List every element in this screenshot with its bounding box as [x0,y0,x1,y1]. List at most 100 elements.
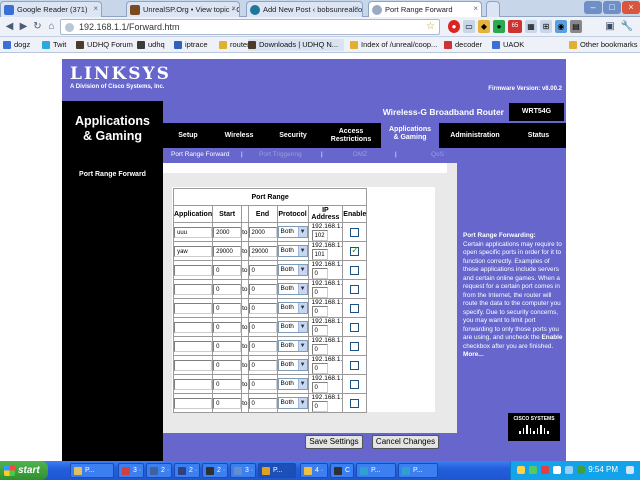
enable-checkbox[interactable] [350,341,360,351]
enable-checkbox[interactable] [350,398,360,408]
bookmark-downloads[interactable]: Downloads | UDHQ N... [248,39,344,51]
tray-icon[interactable] [577,466,585,474]
taskbar-window-button[interactable]: 4 · [300,463,328,478]
ip-last-octet-input[interactable]: 0 [311,268,328,279]
taskbar-window-button[interactable]: 2 · [146,463,172,478]
abp-icon[interactable]: ● [448,20,460,33]
protocol-select[interactable]: Both ▼ [277,340,308,352]
end-port-input[interactable]: 0 [248,378,277,390]
enable-checkbox[interactable] [350,245,360,256]
enable-checkbox[interactable] [350,227,360,237]
close-tab-icon[interactable]: × [93,4,98,13]
start-port-input[interactable]: 0 [213,359,242,371]
application-name-input[interactable] [174,378,213,390]
ip-last-octet-input[interactable]: 0 [311,363,328,374]
browser-tab-unrealsp[interactable]: UnrealSP.Org • View topic - C × [126,1,240,17]
end-port-input[interactable]: 0 [248,283,277,295]
application-name-input[interactable] [174,321,213,333]
browser-tab-google-reader[interactable]: Google Reader (371) × [0,1,102,17]
ip-last-octet-input[interactable]: 102 [311,230,328,241]
tray-icon[interactable] [565,466,573,474]
bookmark-udhq[interactable]: udhq [137,39,171,51]
close-tab-icon[interactable]: × [354,4,359,13]
end-port-input[interactable]: 0 [248,302,277,314]
taskbar-window-button[interactable]: P... [258,463,296,478]
home-icon[interactable]: ⌂ [45,20,58,33]
ip-last-octet-input[interactable]: 0 [311,344,328,355]
bookmark-twit[interactable]: Twit [42,39,74,51]
extension-icon[interactable]: ◉ [555,20,567,33]
application-name-input[interactable] [174,264,213,276]
taskbar-window-button[interactable]: 3 · [230,463,256,478]
start-port-input[interactable]: 2000 [213,226,242,238]
browser-tab-add-new-post[interactable]: Add New Post ‹ bobsunrealco × [246,1,363,17]
mail-count-badge[interactable]: 65 [508,20,522,33]
extension-icon[interactable]: ▦ [525,20,537,33]
taskbar-window-button[interactable]: 2 · [174,463,200,478]
application-name-input[interactable]: uuu [174,226,213,238]
back-icon[interactable]: ◀ [3,20,16,33]
taskbar-window-button[interactable]: 3 · [118,463,144,478]
taskbar-window-button[interactable]: P... [70,463,114,478]
address-bar[interactable]: 192.168.1.1/Forward.htm ☆ [60,19,440,35]
ip-last-octet-input[interactable]: 0 [311,401,328,412]
protocol-select[interactable]: Both ▼ [277,321,308,333]
enable-checkbox[interactable] [350,303,360,313]
enable-checkbox[interactable] [350,360,360,370]
start-button[interactable]: start [0,461,48,480]
protocol-select[interactable]: Both ▼ [277,264,308,276]
ip-last-octet-input[interactable]: 0 [311,306,328,317]
bookmark-uaok[interactable]: UAOK [492,39,530,51]
tab-wireless[interactable]: Wireless [213,123,265,148]
start-port-input[interactable]: 0 [213,397,242,409]
minimize-icon[interactable]: – [584,1,602,14]
maximize-icon[interactable]: □ [603,1,621,14]
page-menu-icon[interactable]: ▣ [604,20,616,33]
tab-setup[interactable]: Setup [163,123,213,148]
cancel-changes-button[interactable]: Cancel Changes [372,435,439,449]
start-port-input[interactable]: 0 [213,283,242,295]
protocol-select[interactable]: Both ▼ [277,378,308,390]
protocol-select[interactable]: Both ▼ [277,359,308,371]
subtab-qos[interactable]: QoS [431,151,444,158]
bookmark-index[interactable]: Index of /unreal/coop... [350,39,438,51]
end-port-input[interactable]: 0 [248,359,277,371]
bookmark-udhq-forum[interactable]: UDHQ Forum [76,39,134,51]
ip-last-octet-input[interactable]: 0 [311,325,328,336]
application-name-input[interactable] [174,397,213,409]
start-port-input[interactable]: 0 [213,302,242,314]
protocol-select[interactable]: Both ▼ [277,397,308,409]
tab-access-restrictions[interactable]: Access Restrictions [321,123,381,148]
tray-icon[interactable] [529,466,537,474]
application-name-input[interactable] [174,359,213,371]
ip-last-octet-input[interactable]: 101 [311,249,328,260]
forward-icon[interactable]: ▶ [17,20,30,33]
taskbar-window-button[interactable]: 2 · [202,463,228,478]
end-port-input[interactable]: 0 [248,321,277,333]
bookmark-star-icon[interactable]: ☆ [426,21,435,32]
end-port-input[interactable]: 0 [248,340,277,352]
application-name-input[interactable] [174,340,213,352]
start-port-input[interactable]: 0 [213,340,242,352]
save-settings-button[interactable]: Save Settings [305,435,363,449]
close-window-icon[interactable]: × [622,1,640,14]
taskbar-window-button[interactable]: P... [356,463,396,478]
application-name-input[interactable]: yaw [174,245,213,257]
extension-icon[interactable]: ▭ [463,20,475,33]
start-port-input[interactable]: 0 [213,378,242,390]
enable-checkbox[interactable] [350,284,360,294]
tab-applications-gaming[interactable]: Applications & Gaming [381,119,439,148]
extension-icon[interactable]: ● [493,20,505,33]
bookmark-iptrace[interactable]: iptrace [174,39,216,51]
tray-icon[interactable] [553,466,561,474]
taskbar-window-button[interactable]: C [330,463,354,478]
protocol-select[interactable]: Both ▼ [277,226,308,238]
bookmark-dogz[interactable]: dogz [3,39,41,51]
enable-checkbox[interactable] [350,322,360,332]
protocol-select[interactable]: Both ▼ [277,245,308,257]
ip-last-octet-input[interactable]: 0 [311,287,328,298]
taskbar-window-button[interactable]: P... [398,463,438,478]
application-name-input[interactable] [174,283,213,295]
end-port-input[interactable]: 0 [248,397,277,409]
subtab-dmz[interactable]: DMZ [353,151,367,158]
